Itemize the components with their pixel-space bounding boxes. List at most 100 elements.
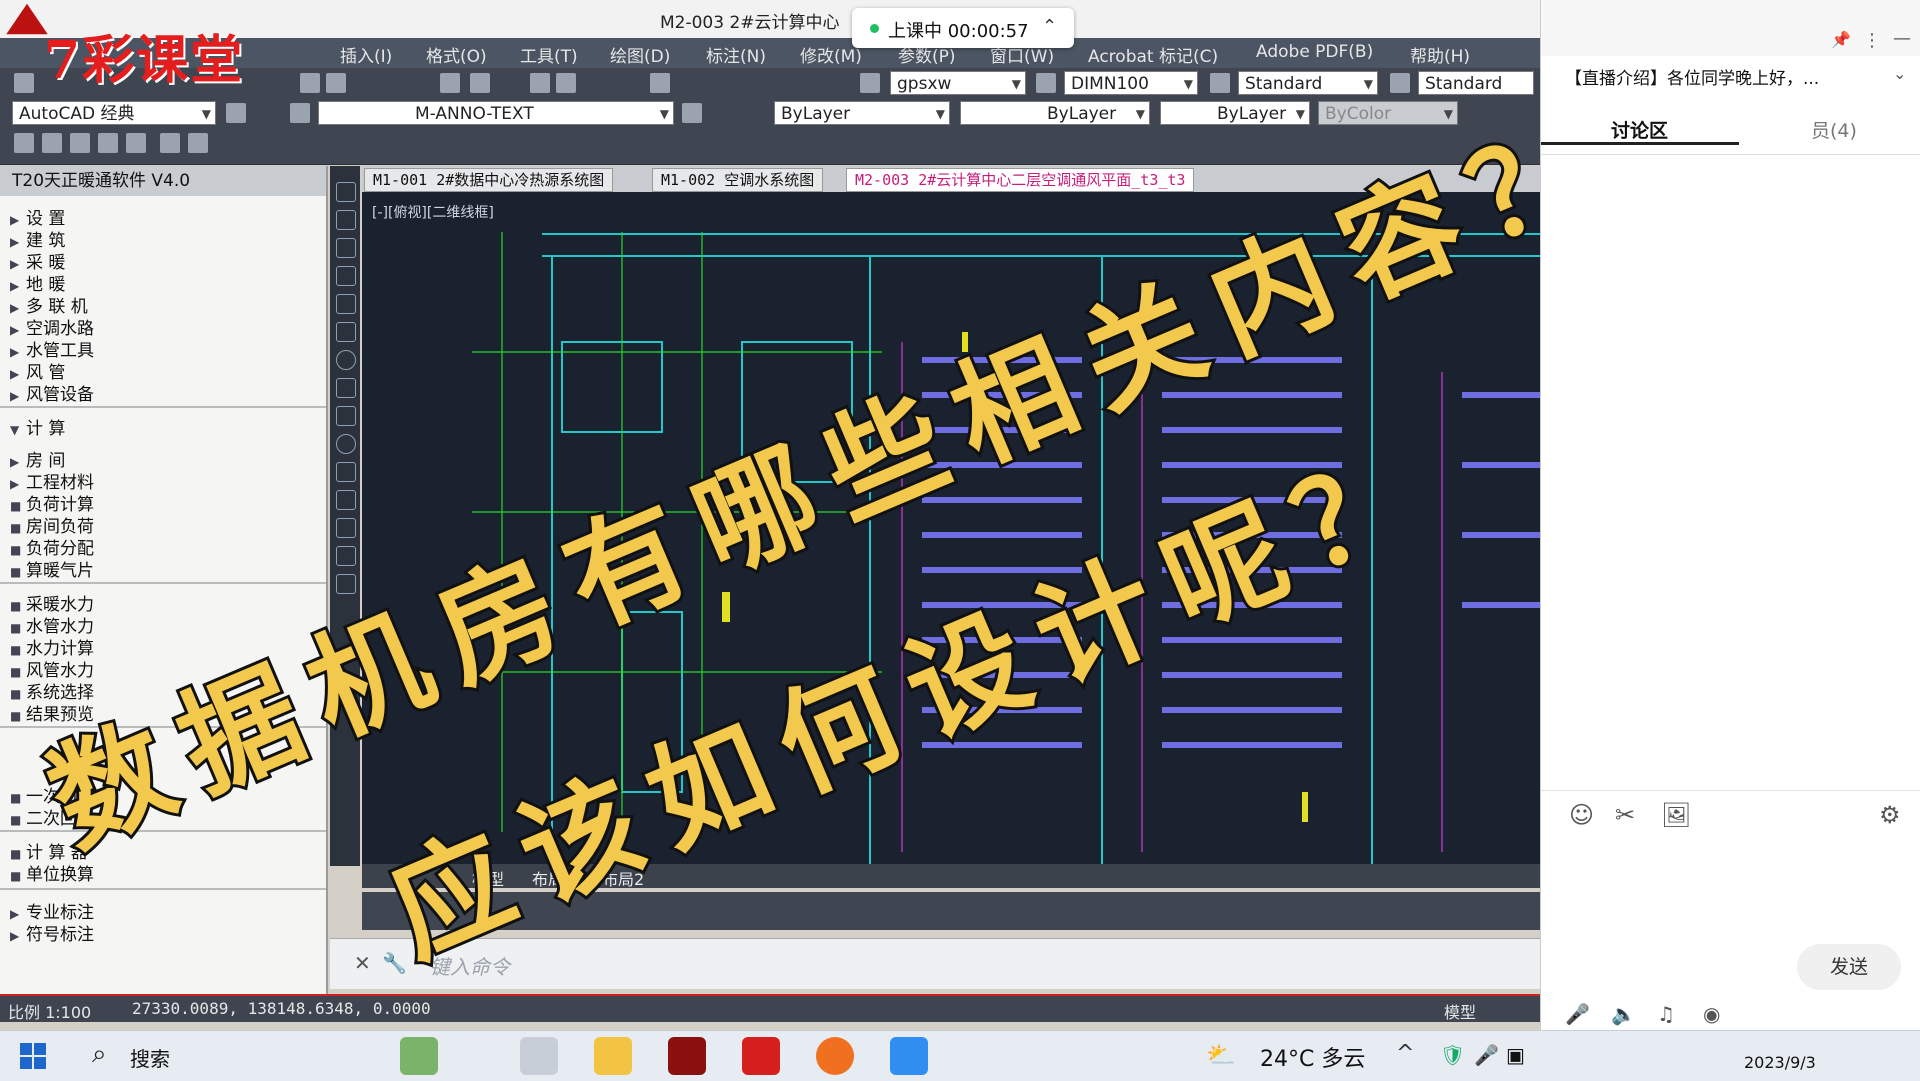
new-icon[interactable] [14, 73, 34, 93]
table-style-icon[interactable] [1210, 73, 1230, 93]
menu-dimension[interactable]: 标注(N) [706, 42, 766, 67]
workspace-select[interactable]: AutoCAD 经典 ▼ [12, 101, 216, 125]
sidebar-item[interactable]: ▶ 符号标注 [10, 924, 94, 946]
menu-adobe-pdf[interactable]: Adobe PDF(B) [1256, 42, 1373, 62]
sidebar-item[interactable]: ▶ 地 暖 [10, 274, 65, 296]
tab-members[interactable]: 员(4) [1811, 116, 1857, 143]
lineweight-select[interactable]: ByLayer ▼ [1160, 101, 1310, 125]
pin-icon[interactable]: 📌 [1831, 30, 1851, 49]
redo-icon[interactable] [470, 73, 490, 93]
sidebar-item[interactable]: ▶ 工程材料 [10, 472, 94, 494]
table-style-select[interactable]: Standard ▼ [1238, 71, 1378, 95]
menu-help[interactable]: 帮助(H) [1410, 42, 1470, 67]
arc-icon[interactable] [336, 322, 356, 342]
display-icon[interactable]: ▣ [1506, 1043, 1525, 1067]
tab-hvac-plan[interactable]: M2-003 2#云计算中心二层空调通风平面_t3_t3 [846, 168, 1195, 192]
chevron-up-icon[interactable]: ^ [1396, 1041, 1414, 1066]
close-icon[interactable]: ✕ [354, 951, 371, 975]
tab-discussion[interactable]: 讨论区 [1611, 116, 1668, 143]
sidebar-item[interactable]: ▶ 风 管 [10, 362, 65, 384]
sidebar-item[interactable]: ▶ 多 联 机 [10, 296, 88, 318]
settings-icon[interactable]: ⚙ [1879, 801, 1901, 829]
sidebar-item[interactable]: ▶ 采 暖 [10, 252, 65, 274]
sidebar-item[interactable]: ▶ 空调水路 [10, 318, 94, 340]
tool-icon[interactable] [14, 133, 34, 153]
dim-style-icon[interactable] [1036, 73, 1056, 93]
tool-icon[interactable] [42, 133, 62, 153]
properties-icon[interactable] [650, 73, 670, 93]
widgets-icon[interactable] [400, 1037, 438, 1075]
more-icon[interactable]: ⋮ [1863, 30, 1881, 51]
sidebar-item[interactable]: ■ 负荷计算 [10, 494, 94, 516]
linetype-select[interactable]: ByLayer ▼ [960, 101, 1150, 125]
live-app-icon[interactable] [890, 1037, 928, 1075]
rectangle-icon[interactable] [336, 294, 356, 314]
dim-style-select[interactable]: DIMN100 ▼ [1064, 71, 1198, 95]
app-icon[interactable] [668, 1037, 706, 1075]
sidebar-item[interactable]: ■ 采暖水力 [10, 594, 94, 616]
sidebar-item[interactable]: ▶ 设 置 [10, 208, 65, 230]
menu-format[interactable]: 格式(O) [426, 42, 487, 67]
point-icon[interactable] [336, 546, 356, 566]
sidebar-item[interactable]: ■ 风管水力 [10, 660, 94, 682]
camera-icon[interactable]: ◉ [1703, 1002, 1720, 1026]
layer-manager-icon[interactable] [290, 103, 310, 123]
music-icon[interactable]: ♫ [1657, 1002, 1675, 1026]
circle-icon[interactable] [336, 350, 356, 370]
layer-select[interactable]: M-ANNO-TEXT ▼ [318, 101, 674, 125]
file-explorer-icon[interactable] [594, 1037, 632, 1075]
menu-draw[interactable]: 绘图(D) [610, 42, 670, 67]
text-style-icon[interactable] [860, 73, 880, 93]
layer-previous-icon[interactable] [682, 103, 702, 123]
sidebar-item[interactable]: ■ 房间负荷 [10, 516, 94, 538]
undo-icon[interactable] [440, 73, 460, 93]
windows-start-icon[interactable] [20, 1043, 46, 1069]
sidebar-item[interactable]: ■ 水力计算 [10, 638, 94, 660]
tool-icon[interactable] [70, 133, 90, 153]
taskbar-search[interactable]: 搜索 [130, 1043, 170, 1072]
send-button[interactable]: 发送 [1797, 944, 1901, 990]
weather-text[interactable]: 24°C 多云 [1260, 1041, 1365, 1073]
paste-icon[interactable] [326, 73, 346, 93]
zoom-icon[interactable] [556, 73, 576, 93]
insert-block-icon[interactable] [336, 490, 356, 510]
minimize-icon[interactable]: — [1893, 28, 1911, 49]
workspace-settings-icon[interactable] [226, 103, 246, 123]
sidebar-item[interactable]: ■ 单位换算 [10, 864, 94, 886]
menu-tools[interactable]: 工具(T) [520, 42, 578, 67]
autocad-taskbar-icon[interactable] [742, 1037, 780, 1075]
speaker-icon[interactable]: 🔈 [1611, 1002, 1636, 1026]
sidebar-item[interactable]: ▶ 建 筑 [10, 230, 65, 252]
revcloud-icon[interactable] [336, 378, 356, 398]
copy-icon[interactable] [300, 73, 320, 93]
task-view-icon[interactable] [520, 1037, 558, 1075]
text-style-select[interactable]: gpsxw ▼ [890, 71, 1026, 95]
sidebar-item[interactable]: ■ 算暖气片 [10, 560, 94, 582]
sidebar-item[interactable]: ▶ 风管设备 [10, 384, 94, 406]
security-icon[interactable]: 🛡 [1440, 1043, 1465, 1067]
sidebar-item[interactable]: ■ 负荷分配 [10, 538, 94, 560]
chevron-up-icon[interactable]: ⌃ [1042, 16, 1057, 37]
emoji-icon[interactable]: ☺ [1569, 801, 1594, 829]
tab-cold-heat-system[interactable]: M1-001 2#数据中心冷热源系统图 [364, 168, 614, 192]
taskbar-date[interactable]: 2023/9/3 [1744, 1053, 1816, 1072]
wrench-icon[interactable]: 🔧 [382, 951, 407, 975]
tool-icon[interactable] [188, 133, 208, 153]
ellipse-arc-icon[interactable] [336, 462, 356, 482]
tab-water-system[interactable]: M1-002 空调水系统图 [652, 168, 824, 192]
model-space-toggle[interactable]: 模型 [1444, 999, 1476, 1023]
color-select[interactable]: ByLayer ▼ [774, 101, 950, 125]
chevron-down-icon[interactable]: ⌄ [1893, 64, 1906, 83]
microphone-icon[interactable]: 🎤 [1565, 1002, 1590, 1026]
multileader-style-icon[interactable] [1390, 73, 1410, 93]
polyline-icon[interactable] [336, 238, 356, 258]
scale-readout[interactable]: 比例 1:100 [8, 999, 91, 1023]
polygon-icon[interactable] [336, 266, 356, 286]
live-status-indicator[interactable]: 上课中 00:00:57 ⌃ [852, 8, 1074, 48]
make-block-icon[interactable] [336, 518, 356, 538]
sidebar-item[interactable]: ■ 水管水力 [10, 616, 94, 638]
tool-icon[interactable] [98, 133, 118, 153]
scissors-icon[interactable]: ✂ [1615, 801, 1635, 829]
sidebar-item[interactable]: ▶ 专业标注 [10, 902, 94, 924]
ellipse-icon[interactable] [336, 434, 356, 454]
